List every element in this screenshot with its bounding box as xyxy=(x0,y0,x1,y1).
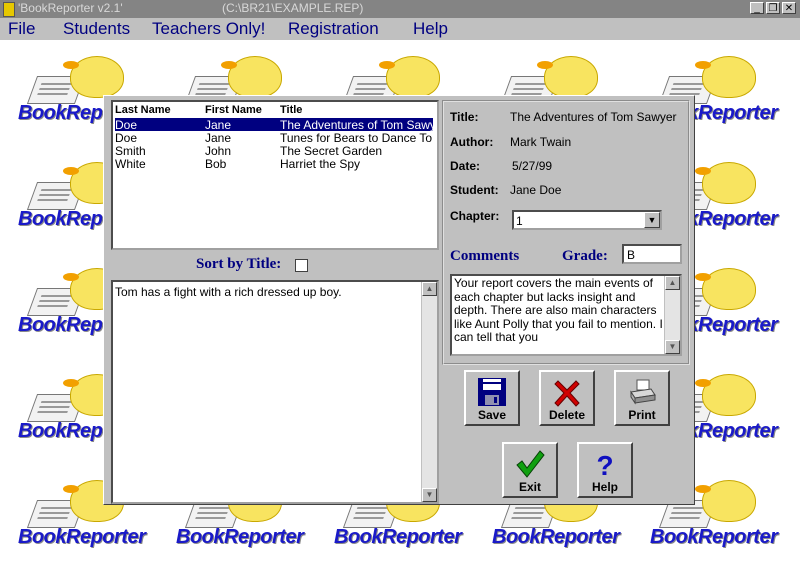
cell-title: Harriet the Spy xyxy=(280,157,361,171)
cell-last-name: Doe xyxy=(115,118,138,132)
cell-last-name: Smith xyxy=(115,144,146,158)
print-label: Print xyxy=(628,408,656,422)
duck-icon xyxy=(379,56,440,98)
cell-first-name: John xyxy=(205,144,232,158)
svg-text:?: ? xyxy=(596,450,613,480)
window-filepath: (C:\BR21\EXAMPLE.REP) xyxy=(222,1,364,15)
duck-icon xyxy=(695,374,756,416)
save-button[interactable]: Save xyxy=(464,370,520,426)
comments-text: Your report covers the main events of ea… xyxy=(454,276,663,344)
scroll-down-arrow-icon[interactable]: ▼ xyxy=(665,340,680,354)
scroll-down-arrow-icon[interactable]: ▼ xyxy=(422,488,437,502)
duck-icon xyxy=(695,56,756,98)
date-value: 5/27/99 xyxy=(512,159,553,173)
menu-file[interactable]: File xyxy=(8,19,35,39)
student-label: Student: xyxy=(450,183,499,197)
report-notes-textarea[interactable]: Tom has a fight with a rich dressed up b… xyxy=(111,280,439,504)
author-label: Author: xyxy=(450,135,494,149)
menu-teachers-only[interactable]: Teachers Only! xyxy=(152,19,265,39)
column-header-last-name[interactable]: Last Name xyxy=(115,104,171,116)
column-header-title[interactable]: Title xyxy=(280,104,302,116)
grade-value: B xyxy=(627,248,636,262)
exit-button[interactable]: Exit xyxy=(502,442,558,498)
cell-title: Tunes for Bears to Dance To xyxy=(280,131,433,145)
chevron-down-icon[interactable]: ▼ xyxy=(644,212,660,228)
cell-title: The Adventures of Tom Sawyer xyxy=(280,118,439,132)
date-label: Date: xyxy=(450,159,481,173)
report-list[interactable]: Last Name First Name Title Doe Jane The … xyxy=(111,100,439,250)
scroll-up-arrow-icon[interactable]: ▲ xyxy=(665,276,680,290)
cell-last-name: Doe xyxy=(115,131,138,145)
menu-bar: File Students Teachers Only! Registratio… xyxy=(0,18,800,40)
duck-icon xyxy=(695,162,756,204)
title-label: Title: xyxy=(450,110,479,124)
bookreporter-logo: BookReporter xyxy=(334,526,462,548)
delete-label: Delete xyxy=(548,408,586,422)
list-row[interactable]: Doe Jane The Adventures of Tom Sawyer xyxy=(115,118,437,132)
chapter-value: 1 xyxy=(516,214,523,228)
menu-students[interactable]: Students xyxy=(63,19,130,39)
grade-field[interactable]: B xyxy=(622,244,682,264)
close-button[interactable]: ✕ xyxy=(782,2,796,14)
app-icon xyxy=(3,2,15,17)
chapter-select[interactable]: 1 ▼ xyxy=(512,210,662,230)
cell-first-name: Jane xyxy=(205,131,232,145)
sort-by-title-checkbox[interactable] xyxy=(295,259,308,272)
menu-help[interactable]: Help xyxy=(413,19,448,39)
question-mark-icon: ? xyxy=(579,448,631,481)
save-label: Save xyxy=(477,408,507,422)
green-check-icon xyxy=(504,448,556,480)
notes-text: Tom has a fight with a rich dressed up b… xyxy=(115,285,342,299)
author-value: Mark Twain xyxy=(510,135,572,149)
comments-scrollbar[interactable]: ▲ ▼ xyxy=(664,276,680,354)
cell-first-name: Bob xyxy=(205,157,227,171)
list-row[interactable]: Doe Jane Tunes for Bears to Dance To xyxy=(115,131,433,145)
duck-icon xyxy=(695,268,756,310)
help-label: Help xyxy=(591,480,618,494)
report-details: Title: The Adventures of Tom Sawyer Auth… xyxy=(442,100,690,365)
duck-icon xyxy=(63,56,124,98)
cell-first-name: Jane xyxy=(205,118,232,132)
bookreporter-logo: BookReporter xyxy=(492,526,620,548)
cell-title: The Secret Garden xyxy=(280,144,383,158)
delete-button[interactable]: Delete xyxy=(539,370,595,426)
grade-label: Grade: xyxy=(562,248,608,264)
red-x-icon xyxy=(541,376,593,408)
menu-registration[interactable]: Registration xyxy=(288,19,379,39)
exit-label: Exit xyxy=(518,480,541,494)
title-value: The Adventures of Tom Sawyer xyxy=(510,110,677,124)
comments-label: Comments xyxy=(450,248,520,264)
student-value: Jane Doe xyxy=(510,183,562,197)
duck-icon xyxy=(695,480,756,522)
title-bar: 'BookReporter v2.1' (C:\BR21\EXAMPLE.REP… xyxy=(0,0,800,18)
restore-button[interactable]: ❐ xyxy=(766,2,780,14)
notes-scrollbar[interactable]: ▲ ▼ xyxy=(421,282,437,502)
list-row[interactable]: Smith John The Secret Garden xyxy=(115,144,433,158)
column-header-first-name[interactable]: First Name xyxy=(205,104,262,116)
cell-last-name: White xyxy=(115,157,146,171)
bookreporter-logo: BookReporter xyxy=(18,526,146,548)
duck-icon xyxy=(221,56,282,98)
list-row[interactable]: White Bob Harriet the Spy xyxy=(115,157,433,171)
bookreporter-logo: BookReporter xyxy=(650,526,778,548)
duck-icon xyxy=(537,56,598,98)
scroll-up-arrow-icon[interactable]: ▲ xyxy=(422,282,437,296)
window-title: 'BookReporter v2.1' xyxy=(18,1,123,15)
help-button[interactable]: ? Help xyxy=(577,442,633,498)
floppy-disk-icon xyxy=(466,376,518,408)
sort-by-title-label: Sort by Title: xyxy=(196,256,282,272)
printer-icon xyxy=(616,376,668,408)
comments-textarea[interactable]: Your report covers the main events of ea… xyxy=(450,274,682,356)
main-panel: Last Name First Name Title Doe Jane The … xyxy=(103,95,695,505)
chapter-label: Chapter: xyxy=(450,209,500,223)
bookreporter-logo: BookReporter xyxy=(176,526,304,548)
minimize-button[interactable]: _ xyxy=(750,2,764,14)
print-button[interactable]: Print xyxy=(614,370,670,426)
